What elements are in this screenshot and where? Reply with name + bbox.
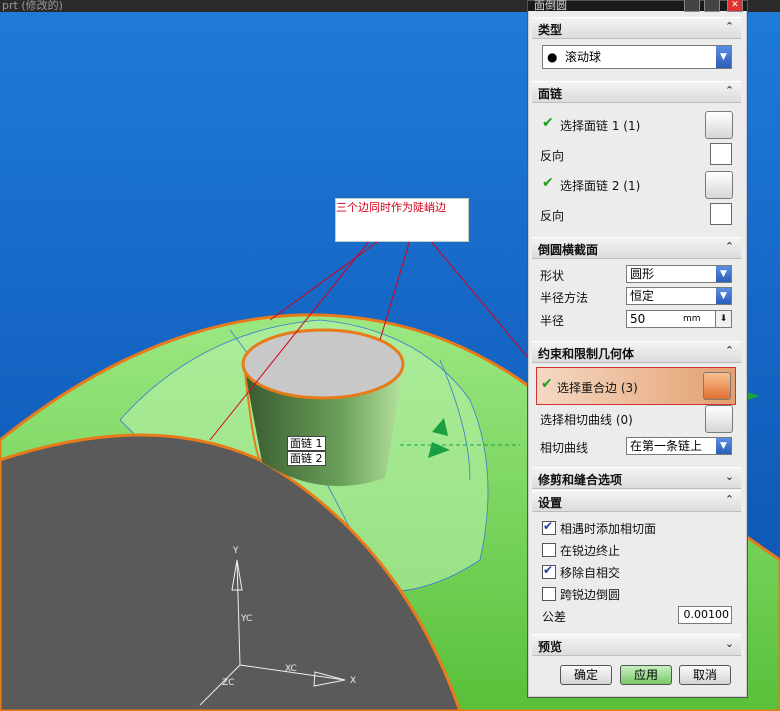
check-icon: ✔ [542, 175, 554, 191]
radius-input[interactable]: 50 mm ⬇ [626, 310, 732, 328]
section-settings-body: 相遇时添加相切面 在锐边终止 移除自相交 跨锐边倒圆 公差 0.00100 [532, 512, 741, 630]
blend-across-sharp-edge-label: 跨锐边倒圆 [560, 588, 621, 602]
axis-yc-label: YC [241, 614, 253, 624]
section-cross-section-header[interactable]: 倒圆横截面 ⌃ [532, 237, 741, 259]
axis-x-label: X [350, 676, 357, 686]
face-chain-1-select[interactable]: 选择面链 1 (1) [560, 117, 640, 134]
section-trim-header[interactable]: 修剪和缝合选项 ⌄ [532, 467, 741, 489]
section-settings-title: 设置 [538, 496, 563, 510]
radius-value: 50 [630, 312, 646, 326]
radius-method-label: 半径方法 [540, 291, 589, 305]
face-chain-2-tag: 面链 2 [287, 451, 326, 466]
remove-self-intersection-checkbox[interactable] [542, 563, 556, 579]
arrow-down-icon[interactable]: ⬇ [715, 311, 731, 327]
radius-label: 半径 [540, 314, 565, 328]
chevron-down-icon[interactable]: ▼ [716, 438, 731, 454]
rolling-ball-icon: ● [547, 50, 558, 64]
add-tangent-faces-label: 相遇时添加相切面 [560, 522, 657, 536]
type-select-value: 滚动球 [565, 50, 602, 64]
chevron-down-icon[interactable]: ▼ [716, 46, 731, 68]
chevron-down-icon[interactable]: ▼ [716, 288, 731, 304]
section-type-title: 类型 [538, 23, 563, 37]
tolerance-input[interactable]: 0.00100 [678, 606, 732, 624]
section-constraints-title: 约束和限制几何体 [538, 347, 635, 361]
annotation-text: 三个边同时作为陡峭边 [336, 201, 446, 214]
tangent-curve-value: 在第一条链上 [630, 439, 703, 453]
section-constraints-header[interactable]: 约束和限制几何体 ⌃ [532, 341, 741, 363]
chevron-up-icon[interactable]: ⌃ [722, 19, 737, 34]
face-select-cube-icon[interactable] [705, 171, 733, 199]
tangent-curve-select-dropdown[interactable]: 在第一条链上 ▼ [626, 437, 732, 455]
stop-at-sharp-edge-checkbox[interactable] [542, 543, 556, 557]
section-face-chain-body: ✔ 选择面链 1 (1) 反向 ✔ 选择面链 2 (1) 反向 [532, 103, 741, 233]
radius-method-select[interactable]: 恒定 ▼ [626, 287, 732, 305]
face-chain-2-select[interactable]: 选择面链 2 (1) [560, 177, 640, 194]
chevron-down-icon[interactable]: ⌄ [722, 469, 737, 484]
face-blend-dialog: 面倒圆 ✕ 类型 ⌃ ● 滚动球 ▼ 面链 ⌃ ✔ 选择面链 1 (1) 反向 … [527, 0, 748, 698]
reverse-1-label: 反向 [540, 149, 565, 163]
tangent-curve-select[interactable]: 选择相切曲线 (0) [540, 411, 633, 428]
axis-zc-label: ZC [222, 678, 235, 688]
chevron-up-icon[interactable]: ⌃ [722, 492, 737, 507]
axis-y-label: Y [233, 546, 239, 556]
shape-select[interactable]: 圆形 ▼ [626, 265, 732, 283]
ok-button[interactable]: 确定 [560, 665, 612, 685]
section-cross-section-body: 形状 圆形 ▼ 半径方法 恒定 ▼ 半径 50 mm ⬇ [532, 259, 741, 339]
section-preview-header[interactable]: 预览 ⌄ [532, 634, 741, 656]
radius-method-value: 恒定 [630, 289, 655, 303]
chevron-down-icon[interactable]: ▼ [716, 266, 731, 282]
section-type-header[interactable]: 类型 ⌃ [532, 17, 741, 39]
section-face-chain-header[interactable]: 面链 ⌃ [532, 81, 741, 103]
check-icon: ✔ [541, 376, 553, 392]
coincident-edge-row[interactable]: ✔ 选择重合边 (3) [536, 367, 736, 405]
edge-select-icon[interactable] [703, 372, 731, 400]
dialog-title-bar: 面倒圆 ✕ [528, 0, 747, 12]
reverse-2-label: 反向 [540, 209, 565, 223]
chevron-up-icon[interactable]: ⌃ [722, 239, 737, 254]
close-icon[interactable]: ✕ [727, 0, 743, 12]
cancel-button[interactable]: 取消 [679, 665, 731, 685]
face-select-cube-icon[interactable] [705, 111, 733, 139]
shape-select-value: 圆形 [630, 267, 655, 281]
minimize-icon[interactable] [704, 0, 720, 12]
remove-self-intersection-label: 移除自相交 [560, 566, 621, 580]
chevron-up-icon[interactable]: ⌃ [722, 83, 737, 98]
reset-icon[interactable] [684, 0, 700, 12]
stop-at-sharp-edge-label: 在锐边终止 [560, 544, 621, 558]
dialog-title: 面倒圆 [534, 0, 567, 12]
window-title: prt (修改的) [2, 0, 63, 12]
shape-label: 形状 [540, 269, 565, 283]
section-trim-title: 修剪和缝合选项 [538, 473, 623, 487]
reverse-direction-2-icon[interactable] [710, 203, 732, 225]
coincident-edge-select: 选择重合边 (3) [557, 381, 638, 395]
blend-across-sharp-edge-checkbox[interactable] [542, 587, 556, 601]
axis-xc-label: XC [285, 664, 297, 674]
radius-unit: mm [683, 314, 701, 324]
reverse-direction-1-icon[interactable] [710, 143, 732, 165]
section-type-body: ● 滚动球 ▼ [532, 39, 741, 79]
section-face-chain-title: 面链 [538, 87, 563, 101]
annotation-box: 三个边同时作为陡峭边 [335, 198, 469, 242]
tolerance-value: 0.00100 [683, 608, 730, 621]
tangent-curve-label: 相切曲线 [540, 441, 589, 455]
chevron-up-icon[interactable]: ⌃ [722, 343, 737, 358]
section-constraints-body: ✔ 选择重合边 (3) 选择相切曲线 (0) 相切曲线 在第一条链上 ▼ [532, 363, 741, 463]
chevron-down-icon[interactable]: ⌄ [722, 636, 737, 651]
tolerance-label: 公差 [542, 610, 567, 624]
check-icon: ✔ [542, 115, 554, 131]
face-chain-1-tag: 面链 1 [287, 436, 326, 451]
section-cross-section-title: 倒圆横截面 [538, 243, 599, 257]
curve-select-icon[interactable] [705, 405, 733, 433]
type-select[interactable]: ● 滚动球 ▼ [542, 45, 732, 69]
add-tangent-faces-checkbox[interactable] [542, 519, 556, 535]
section-preview-title: 预览 [538, 640, 563, 654]
apply-button[interactable]: 应用 [620, 665, 672, 685]
section-settings-header[interactable]: 设置 ⌃ [532, 490, 741, 512]
